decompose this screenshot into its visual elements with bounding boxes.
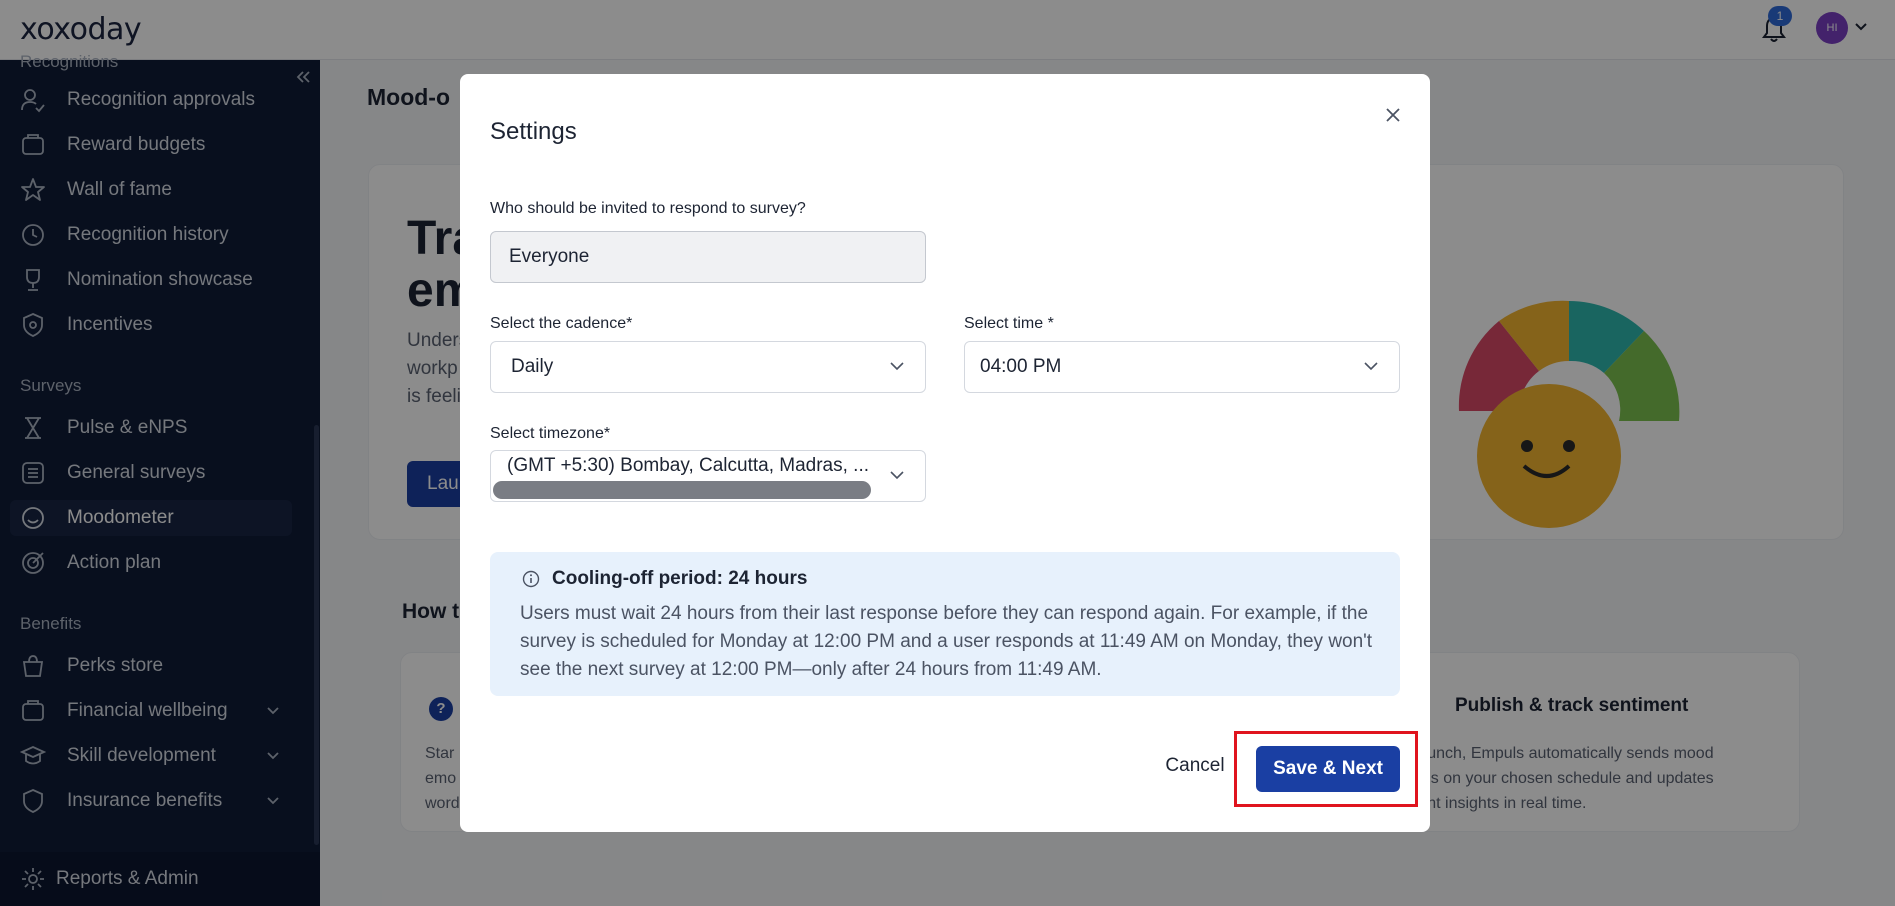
timezone-scrollbar[interactable] [493, 481, 871, 499]
timezone-label: Select timezone* [490, 425, 611, 442]
info-title: Cooling-off period: 24 hours [552, 568, 808, 589]
cadence-label: Select the cadence* [490, 315, 633, 332]
timezone-value: (GMT +5:30) Bombay, Calcutta, Madras, ..… [507, 455, 870, 476]
cadence-value: Daily [511, 356, 554, 377]
invite-label: Who should be invited to respond to surv… [490, 200, 806, 217]
invite-value: Everyone [509, 246, 590, 267]
info-icon [522, 570, 540, 588]
invite-field[interactable]: Everyone [490, 231, 926, 283]
chevron-down-icon [890, 362, 904, 371]
time-value: 04:00 PM [980, 356, 1062, 377]
time-select[interactable]: 04:00 PM [964, 341, 1400, 393]
cooling-off-info-box: Cooling-off period: 24 hours Users must … [490, 552, 1400, 696]
settings-modal: Settings Who should be invited to respon… [460, 74, 1430, 832]
time-label: Select time * [964, 315, 1054, 332]
chevron-down-icon [1364, 362, 1378, 371]
cadence-select[interactable]: Daily [490, 341, 926, 393]
highlight-box [1234, 731, 1418, 807]
close-icon[interactable] [1382, 104, 1404, 126]
info-text: Users must wait 24 hours from their last… [520, 603, 1373, 680]
chevron-down-icon [890, 471, 904, 480]
modal-title: Settings [490, 118, 577, 145]
timezone-select[interactable]: (GMT +5:30) Bombay, Calcutta, Madras, ..… [490, 450, 926, 502]
